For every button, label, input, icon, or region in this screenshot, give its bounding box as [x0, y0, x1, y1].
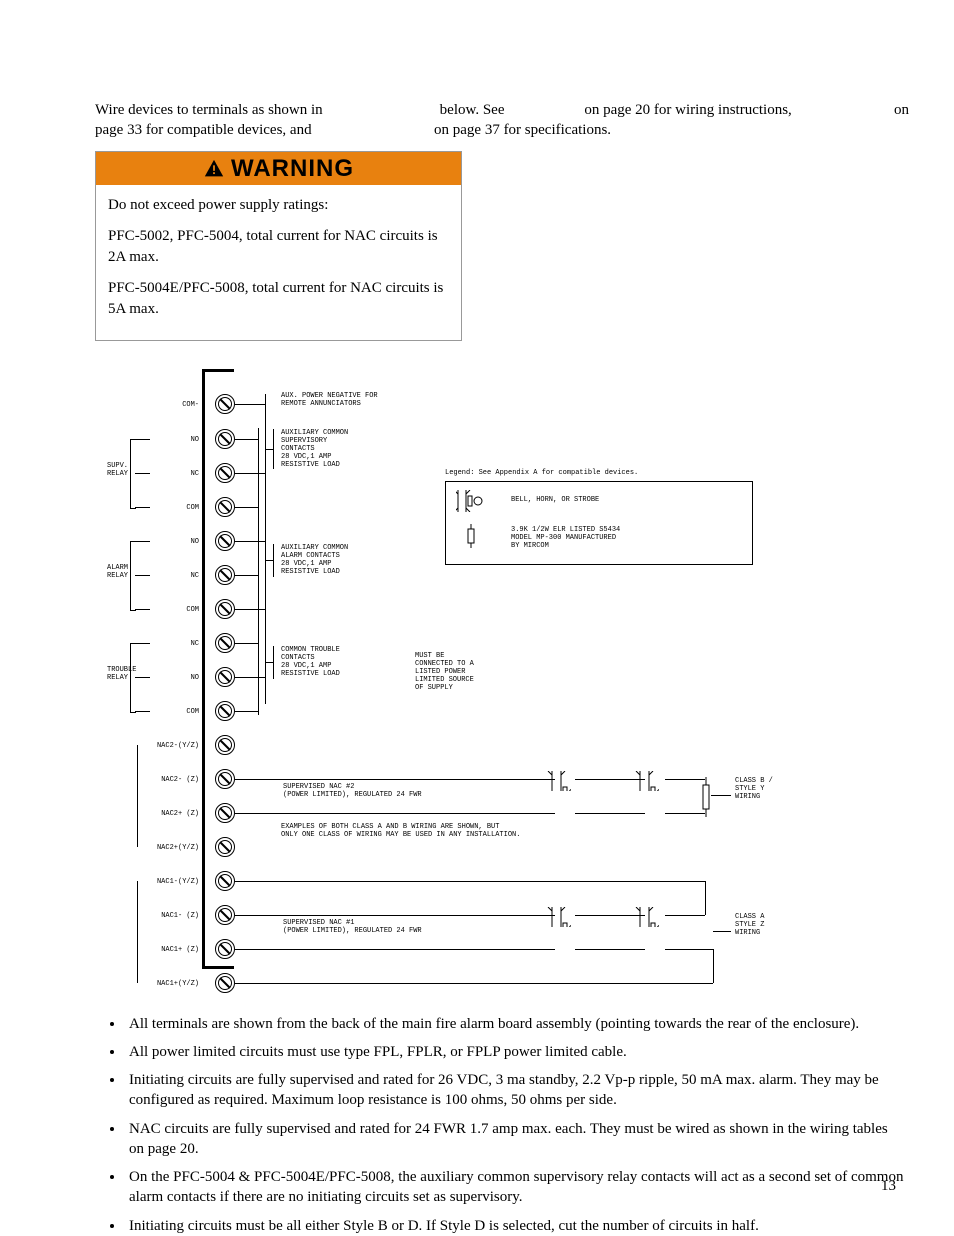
terminal-label: NAC2- (Z) [161, 776, 199, 784]
warning-body: Do not exceed power supply ratings: PFC-… [96, 185, 461, 340]
elr-symbol-icon [464, 524, 478, 548]
terminal-screw [215, 531, 235, 551]
note-item: NAC circuits are fully supervised and ra… [125, 1119, 904, 1160]
intro-2b: on page 37 for specifications. [434, 120, 904, 140]
nac-device-icon [547, 771, 571, 791]
terminal-label: NAC1+ (Z) [161, 946, 199, 954]
terminal-label: NAC1-(Y/Z) [157, 878, 199, 886]
terminal-label: NAC2-(Y/Z) [157, 742, 199, 750]
terminal-screw [215, 667, 235, 687]
note-item: Initiating circuits are fully supervised… [125, 1070, 904, 1111]
annot-example: EXAMPLES OF BOTH CLASS A AND B WIRING AR… [281, 823, 520, 839]
legend-title: Legend: See Appendix A for compatible de… [445, 469, 638, 477]
terminal-screw [215, 871, 235, 891]
terminal-label: NO [191, 674, 199, 682]
terminal-label: COM [186, 606, 199, 614]
notes-list: All terminals are shown from the back of… [95, 1014, 904, 1236]
annot-classb: CLASS B / STYLE Y WIRING [735, 777, 773, 801]
terminal-screw [215, 735, 235, 755]
wiring-diagram: COM- NO NC COM NO NC COM NC NO COM NAC2-(Y/Z) NAC2-… [95, 369, 895, 989]
terminal-screw [215, 905, 235, 925]
relay-group-label: TROUBLE RELAY [107, 666, 136, 682]
terminal-screw [215, 633, 235, 653]
annot-must-be: MUST BE CONNECTED TO A LISTED POWER LIMI… [415, 652, 474, 692]
annot-aux-supv: AUXILIARY COMMON SUPERVISORY CONTACTS 28… [281, 429, 348, 469]
terminal-screw [215, 463, 235, 483]
terminal-label: NC [191, 470, 199, 478]
terminal-label: NAC2+ (Z) [161, 810, 199, 818]
terminal-screw [215, 973, 235, 993]
terminal-label: NC [191, 640, 199, 648]
legend-elr: 3.9K 1/2W ELR LISTED S5434 MODEL MP-300 … [511, 526, 620, 550]
annot-nac1: SUPERVISED NAC #1 (POWER LIMITED), REGUL… [281, 919, 424, 935]
intro-text: Wire devices to terminals as shown in be… [95, 100, 904, 141]
terminal-screw [215, 429, 235, 449]
terminal-label: NAC1+(Y/Z) [157, 980, 199, 988]
terminal-screw [215, 565, 235, 585]
intro-1a: Wire devices to terminals as shown in [95, 100, 375, 120]
terminal-label: NO [191, 538, 199, 546]
terminal-screw [215, 803, 235, 823]
terminal-screw [215, 701, 235, 721]
legend-bell: BELL, HORN, OR STROBE [511, 496, 599, 504]
terminal-label: NAC1- (Z) [161, 912, 199, 920]
annot-aux-alarm: AUXILIARY COMMON ALARM CONTACTS 28 VDC,1… [281, 544, 348, 576]
nac-device-icon [635, 907, 659, 927]
relay-group-label: ALARM RELAY [107, 564, 128, 580]
annot-nac2: SUPERVISED NAC #2 (POWER LIMITED), REGUL… [281, 783, 424, 799]
legend-box: BELL, HORN, OR STROBE 3.9K 1/2W ELR LIST… [445, 481, 753, 565]
annot-trouble: COMMON TROUBLE CONTACTS 28 VDC,1 AMP RES… [281, 646, 340, 678]
relay-group-label: SUPV. RELAY [107, 462, 128, 478]
warning-p2: PFC-5002, PFC-5004, total current for NA… [108, 226, 449, 268]
note-item: Initiating circuits must be all either S… [125, 1216, 904, 1236]
terminal-screw [215, 599, 235, 619]
intro-2a: page 33 for compatible devices, and [95, 120, 375, 140]
annot-classa: CLASS A STYLE Z WIRING [735, 913, 764, 937]
elr-icon [701, 777, 711, 817]
terminal-label: COM [186, 708, 199, 716]
nac-device-icon [547, 907, 571, 927]
nac-device-icon [635, 771, 659, 791]
warning-p3: PFC-5004E/PFC-5008, total current for NA… [108, 278, 449, 320]
terminal-screw [215, 769, 235, 789]
note-item: All power limited circuits must use type… [125, 1042, 904, 1062]
terminal-label: NO [191, 436, 199, 444]
intro-1c: on page 20 for wiring instructions, [584, 100, 829, 120]
terminal-label: NC [191, 572, 199, 580]
bell-symbol-icon [456, 490, 486, 512]
warning-icon [203, 158, 225, 180]
intro-1b: below. See [440, 100, 520, 120]
terminal-screw [215, 837, 235, 857]
terminal-label: COM [186, 504, 199, 512]
terminal-label: COM- [182, 401, 199, 409]
annot-aux-neg: AUX. POWER NEGATIVE FOR REMOTE ANNUNCIAT… [281, 392, 378, 408]
terminal-label: NAC2+(Y/Z) [157, 844, 199, 852]
note-item: All terminals are shown from the back of… [125, 1014, 904, 1034]
page-number: 13 [881, 1178, 896, 1195]
terminal-screw [215, 939, 235, 959]
warning-p1: Do not exceed power supply ratings: [108, 195, 449, 216]
warning-title: WARNING [231, 155, 354, 183]
warning-box: WARNING Do not exceed power supply ratin… [95, 151, 462, 341]
warning-header: WARNING [96, 152, 461, 185]
terminal-screw [215, 497, 235, 517]
note-item: On the PFC-5004 & PFC-5004E/PFC-5008, th… [125, 1167, 904, 1208]
intro-1d: on [894, 100, 904, 120]
terminal-screw [215, 394, 235, 414]
